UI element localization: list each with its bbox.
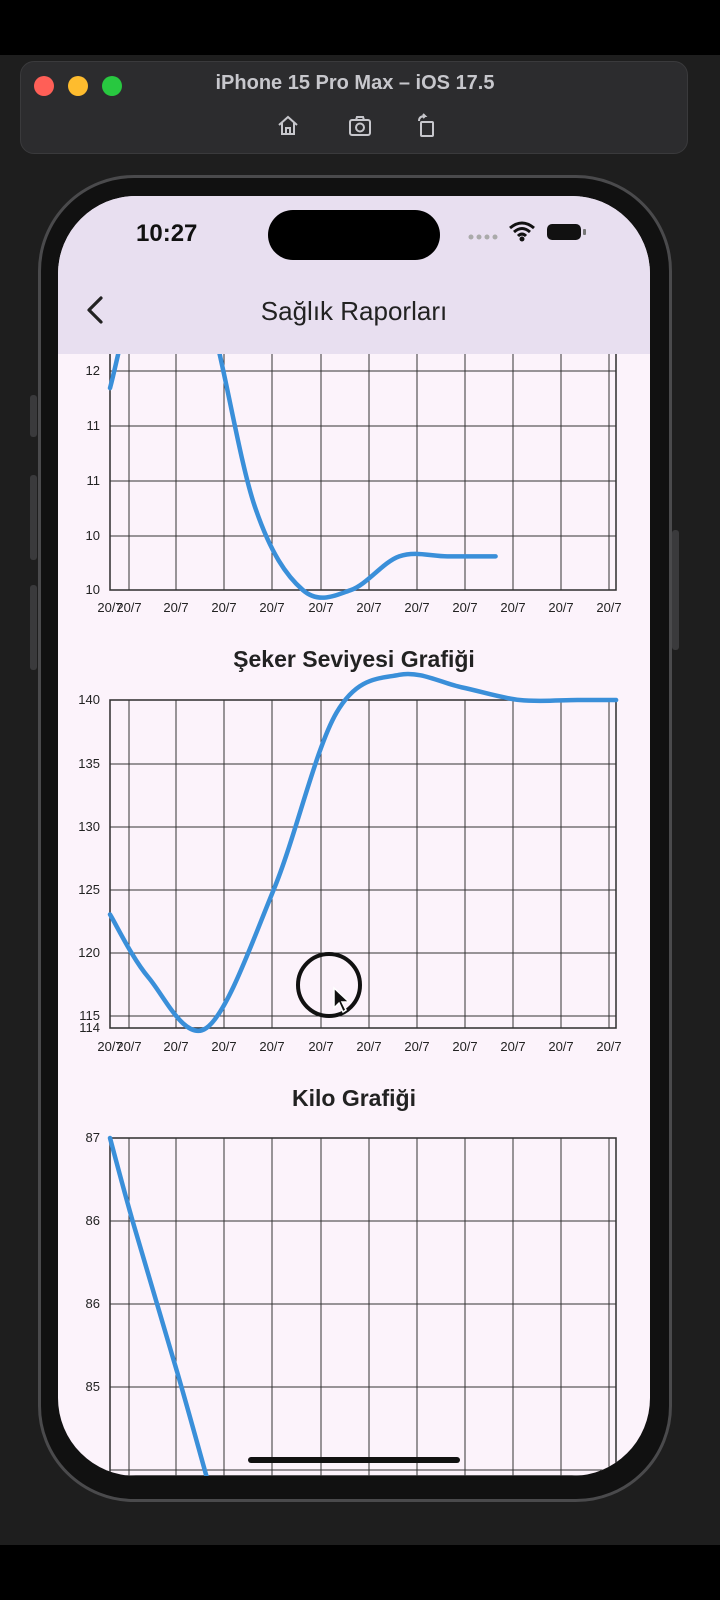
y-tick-label: 115 (79, 1008, 100, 1023)
battery-icon (547, 224, 586, 240)
status-time: 10:27 (136, 220, 198, 247)
dynamic-island (268, 210, 440, 260)
x-tick-label: 20/7 (308, 600, 333, 615)
y-tick-label: 135 (78, 756, 100, 771)
page-title: Sağlık Raporları (260, 296, 448, 326)
chart-frame (109, 1137, 617, 1476)
x-tick-label: 20/7 (211, 600, 236, 615)
y-tick-label: 130 (78, 819, 100, 834)
y-tick-label: 10 (86, 528, 100, 543)
x-tick-label: 20/7 (404, 600, 429, 615)
power-button (672, 530, 679, 650)
x-tick-label: 20/7 (596, 1039, 621, 1054)
series-line (107, 671, 619, 1033)
chart-title-sugar: Şeker Seviyesi Grafiği (233, 646, 475, 672)
x-tick-label: 20/7 (211, 1039, 236, 1054)
x-tick-label: 20/7 (548, 1039, 573, 1054)
y-tick-label: 10 (86, 582, 100, 597)
screenshot-icon[interactable] (346, 112, 374, 140)
x-tick-label: 20/7 (356, 1039, 381, 1054)
x-tick-label: 20/7 (404, 1039, 429, 1054)
y-tick-label: 87 (86, 1130, 100, 1145)
rotate-icon[interactable] (413, 112, 441, 140)
simulator-titlebar: iPhone 15 Pro Max – iOS 17.5 (20, 61, 688, 154)
y-tick-label: 125 (78, 882, 100, 897)
signal-dots-icon (468, 234, 498, 240)
pointer-cursor-icon (333, 986, 351, 1014)
chart-title-weight: Kilo Grafiği (292, 1085, 416, 1111)
series-line (107, 1135, 209, 1476)
touch-cursor-indicator (296, 952, 362, 1018)
x-tick-label: 20/7 (308, 1039, 333, 1054)
y-tick-label: 140 (78, 692, 100, 707)
x-tick-label: 20/7 (259, 1039, 284, 1054)
simulator-title: iPhone 15 Pro Max – iOS 17.5 (215, 72, 495, 94)
y-tick-label: 12 (86, 363, 100, 378)
home-icon[interactable] (274, 112, 302, 140)
x-tick-label: 20/7 (356, 600, 381, 615)
action-button (30, 395, 37, 437)
y-tick-label: 11 (87, 418, 101, 433)
y-tick-label: 86 (86, 1296, 100, 1311)
y-tick-label: 11 (87, 473, 101, 488)
x-tick-label: 20/7 (163, 600, 188, 615)
x-tick-label: 20/7 (452, 600, 477, 615)
x-tick-label: 20/7 (548, 600, 573, 615)
app-screen: 10 10 11 11 12 20/7 20/7 20/7 20/7 20/7 20/7 20/7 20… (58, 196, 650, 1476)
x-tick-label: 20/7 (500, 1039, 525, 1054)
home-indicator (248, 1457, 460, 1463)
chart-frame (109, 699, 617, 1029)
chart-frame (109, 345, 617, 591)
volume-up-button (30, 475, 37, 560)
navigation-bar: 10:27 Sağlık Raporları (58, 196, 650, 354)
x-tick-label: 20/7 (116, 1039, 141, 1054)
x-tick-label: 20/7 (259, 600, 284, 615)
y-tick-label: 120 (78, 945, 100, 960)
x-tick-label: 20/7 (452, 1039, 477, 1054)
y-tick-label: 85 (86, 1379, 100, 1394)
x-tick-label: 20/7 (116, 600, 141, 615)
charts-scroll-area[interactable]: 10 10 11 11 12 20/7 20/7 20/7 20/7 20/7 20/7 20/7 20… (58, 196, 650, 1476)
x-tick-label: 20/7 (596, 600, 621, 615)
y-tick-label: 86 (86, 1213, 100, 1228)
x-tick-label: 20/7 (500, 600, 525, 615)
wifi-icon (509, 221, 535, 242)
volume-down-button (30, 585, 37, 670)
x-tick-label: 20/7 (163, 1039, 188, 1054)
